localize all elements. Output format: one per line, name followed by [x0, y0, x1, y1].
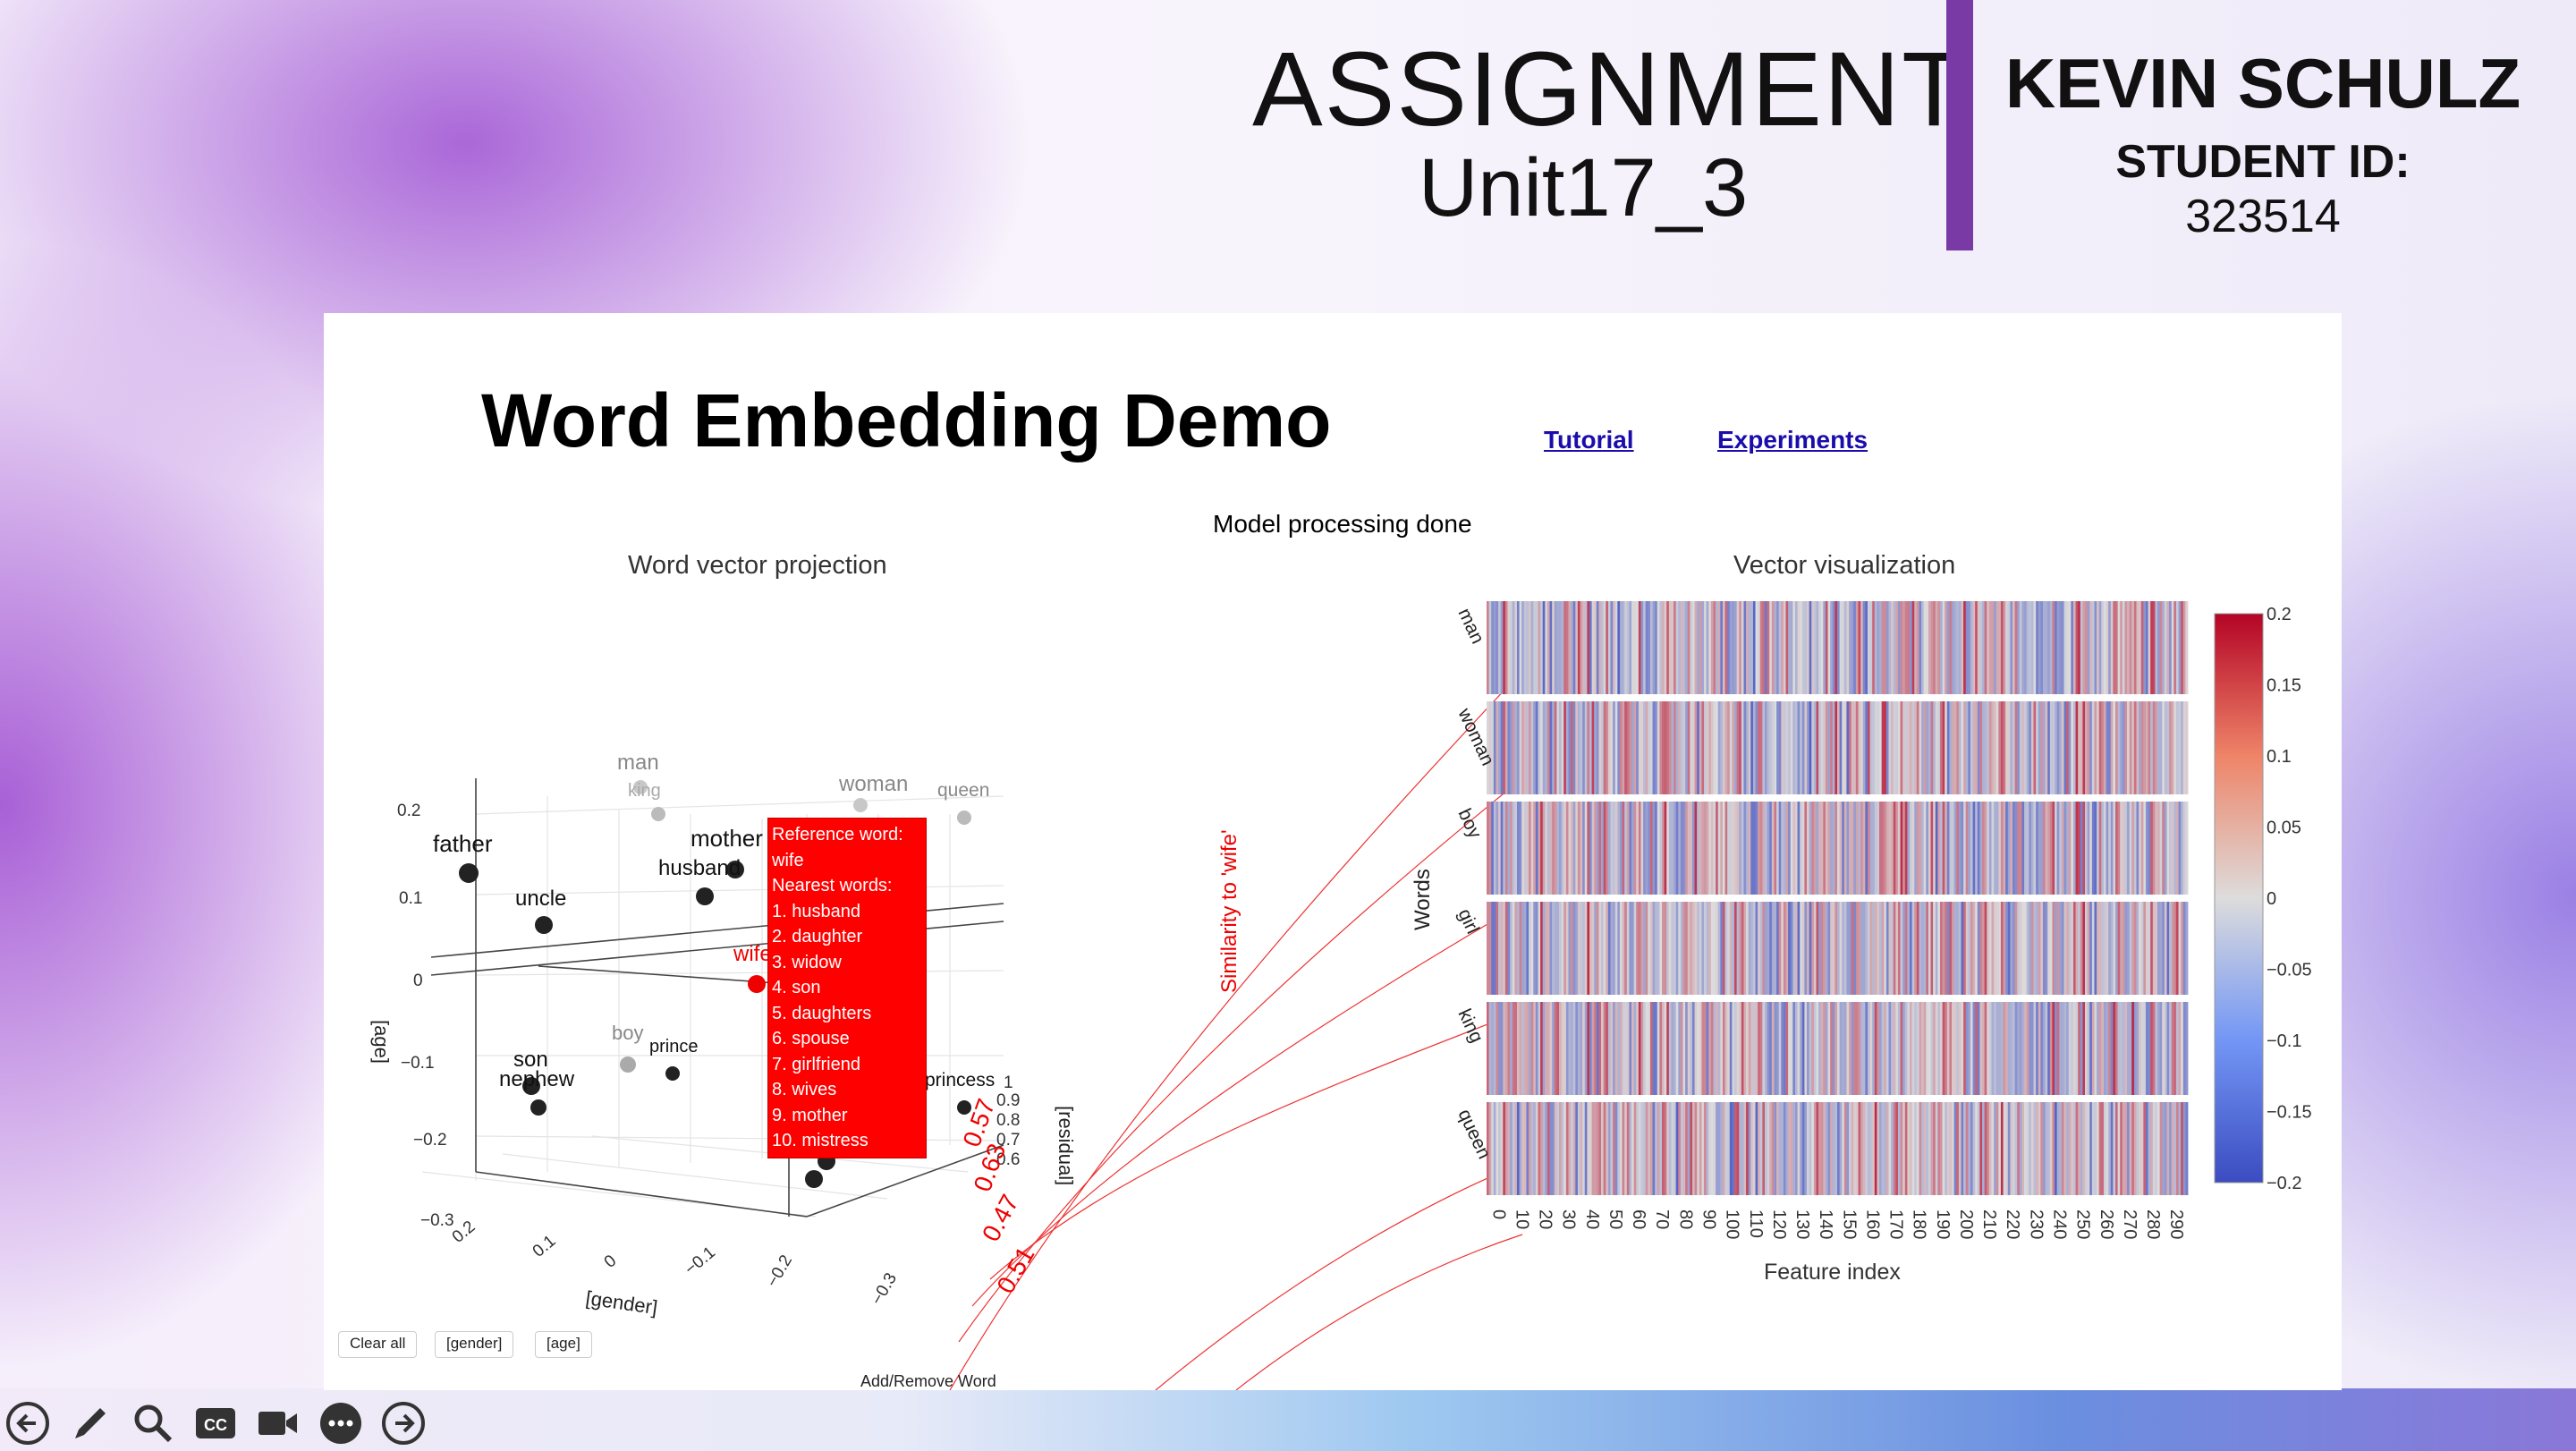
heatmap-x-tick: 10 — [1512, 1209, 1531, 1229]
vector-heatmap[interactable]: Words Feature index manwomanboygirlkingq… — [324, 313, 2342, 1390]
heatmap-row-woman — [1487, 701, 2189, 794]
colorbar-tick: 0.1 — [2267, 747, 2292, 767]
demo-panel: Word Embedding Demo Tutorial Experiments… — [324, 313, 2342, 1390]
assignment-title: ASSIGNMENT — [1252, 30, 1969, 148]
back-arrow-icon[interactable] — [5, 1401, 50, 1446]
assignment-subtitle: Unit17_3 — [1418, 142, 1749, 233]
colorbar — [2214, 613, 2264, 1184]
video-camera-icon[interactable] — [256, 1401, 301, 1446]
student-id: 323514 — [2185, 191, 2341, 242]
heatmap-x-tick: 160 — [1862, 1209, 1882, 1239]
forward-arrow-icon[interactable] — [381, 1401, 426, 1446]
heatmap-row-boy — [1487, 802, 2189, 895]
heatmap-x-tick: 30 — [1559, 1209, 1579, 1229]
heatmap-xlabel: Feature index — [1764, 1260, 1901, 1285]
heatmap-x-tick: 240 — [2050, 1209, 2070, 1239]
heatmap-x-tick: 260 — [2097, 1209, 2116, 1239]
heatmap-x-tick: 210 — [1979, 1209, 1999, 1239]
heatmap-row-queen — [1487, 1102, 2189, 1195]
heatmap-x-tick: 110 — [1746, 1209, 1766, 1238]
colorbar-tick: −0.2 — [2267, 1174, 2301, 1193]
heatmap-x-tick: 0 — [1488, 1209, 1508, 1219]
heatmap-ylabel: Words — [1411, 869, 1435, 930]
heatmap-x-tick: 280 — [2143, 1209, 2163, 1239]
heatmap-x-tick: 190 — [1933, 1209, 1953, 1239]
heatmap-x-tick: 140 — [1816, 1209, 1835, 1239]
heatmap-row-label: man — [1453, 605, 1487, 647]
heatmap-x-tick: 70 — [1652, 1209, 1672, 1229]
heatmap-x-tick: 100 — [1723, 1209, 1742, 1239]
heatmap-x-tick: 230 — [2026, 1209, 2046, 1239]
heatmap-x-tick: 120 — [1769, 1209, 1789, 1239]
student-name: KEVIN SCHULZ — [2004, 44, 2521, 123]
pen-icon[interactable] — [68, 1401, 113, 1446]
age-button[interactable]: [age] — [535, 1331, 592, 1358]
heatmap-row-girl — [1487, 902, 2189, 995]
heatmap-row-label: girl — [1453, 905, 1483, 937]
magnifier-icon[interactable] — [131, 1401, 175, 1446]
heatmap-x-tick: 270 — [2120, 1209, 2140, 1239]
colorbar-tick: −0.05 — [2267, 961, 2312, 980]
heatmap-x-tick: 130 — [1792, 1209, 1812, 1239]
heatmap-x-tick: 200 — [1956, 1209, 1976, 1239]
heatmap-x-tick: 150 — [1839, 1209, 1859, 1239]
colorbar-tick: 0 — [2267, 889, 2276, 909]
clear-all-button[interactable]: Clear all — [338, 1331, 418, 1358]
accent-divider — [1946, 0, 1973, 250]
student-info: KEVIN SCHULZ STUDENT ID: 323514 — [1986, 43, 2540, 243]
student-id-label: STUDENT ID: — [2115, 136, 2411, 188]
heatmap-x-tick: 20 — [1536, 1209, 1555, 1229]
heatmap-row-king — [1487, 1002, 2189, 1095]
slide-title-block: ASSIGNMENT Unit17_3 — [1252, 30, 1969, 233]
svg-text:CC: CC — [204, 1416, 227, 1434]
heatmap-x-tick: 180 — [1910, 1209, 1929, 1239]
heatmap-x-tick: 80 — [1675, 1209, 1695, 1229]
heatmap-row-man — [1487, 601, 2189, 694]
heatmap-x-tick: 290 — [2166, 1209, 2186, 1239]
heatmap-row-label: boy — [1453, 805, 1485, 842]
heatmap-x-tick: 90 — [1699, 1209, 1719, 1229]
heatmap-row-label: king — [1453, 1006, 1487, 1046]
gender-button[interactable]: [gender] — [435, 1331, 514, 1358]
heatmap-x-tick: 60 — [1629, 1209, 1648, 1229]
colorbar-tick: −0.15 — [2267, 1103, 2312, 1123]
colorbar-tick: −0.1 — [2267, 1031, 2301, 1051]
heatmap-x-tick: 250 — [2073, 1209, 2093, 1239]
closed-caption-icon[interactable]: CC — [193, 1401, 238, 1446]
colorbar-tick: 0.15 — [2267, 676, 2301, 696]
heatmap-x-tick: 170 — [1886, 1209, 1906, 1239]
colorbar-tick: 0.2 — [2267, 605, 2292, 624]
colorbar-tick: 0.05 — [2267, 819, 2301, 838]
more-icon[interactable] — [318, 1401, 363, 1446]
add-remove-word-button[interactable]: Add/Remove Word — [860, 1372, 996, 1390]
heatmap-x-tick: 220 — [2003, 1209, 2022, 1239]
heatmap-x-tick: 40 — [1582, 1209, 1602, 1229]
heatmap-x-tick: 50 — [1606, 1209, 1625, 1229]
colorbar-ticks: 0.2 0.15 0.1 0.05 0 −0.05 −0.1 −0.15 −0.2 — [2267, 605, 2312, 1193]
